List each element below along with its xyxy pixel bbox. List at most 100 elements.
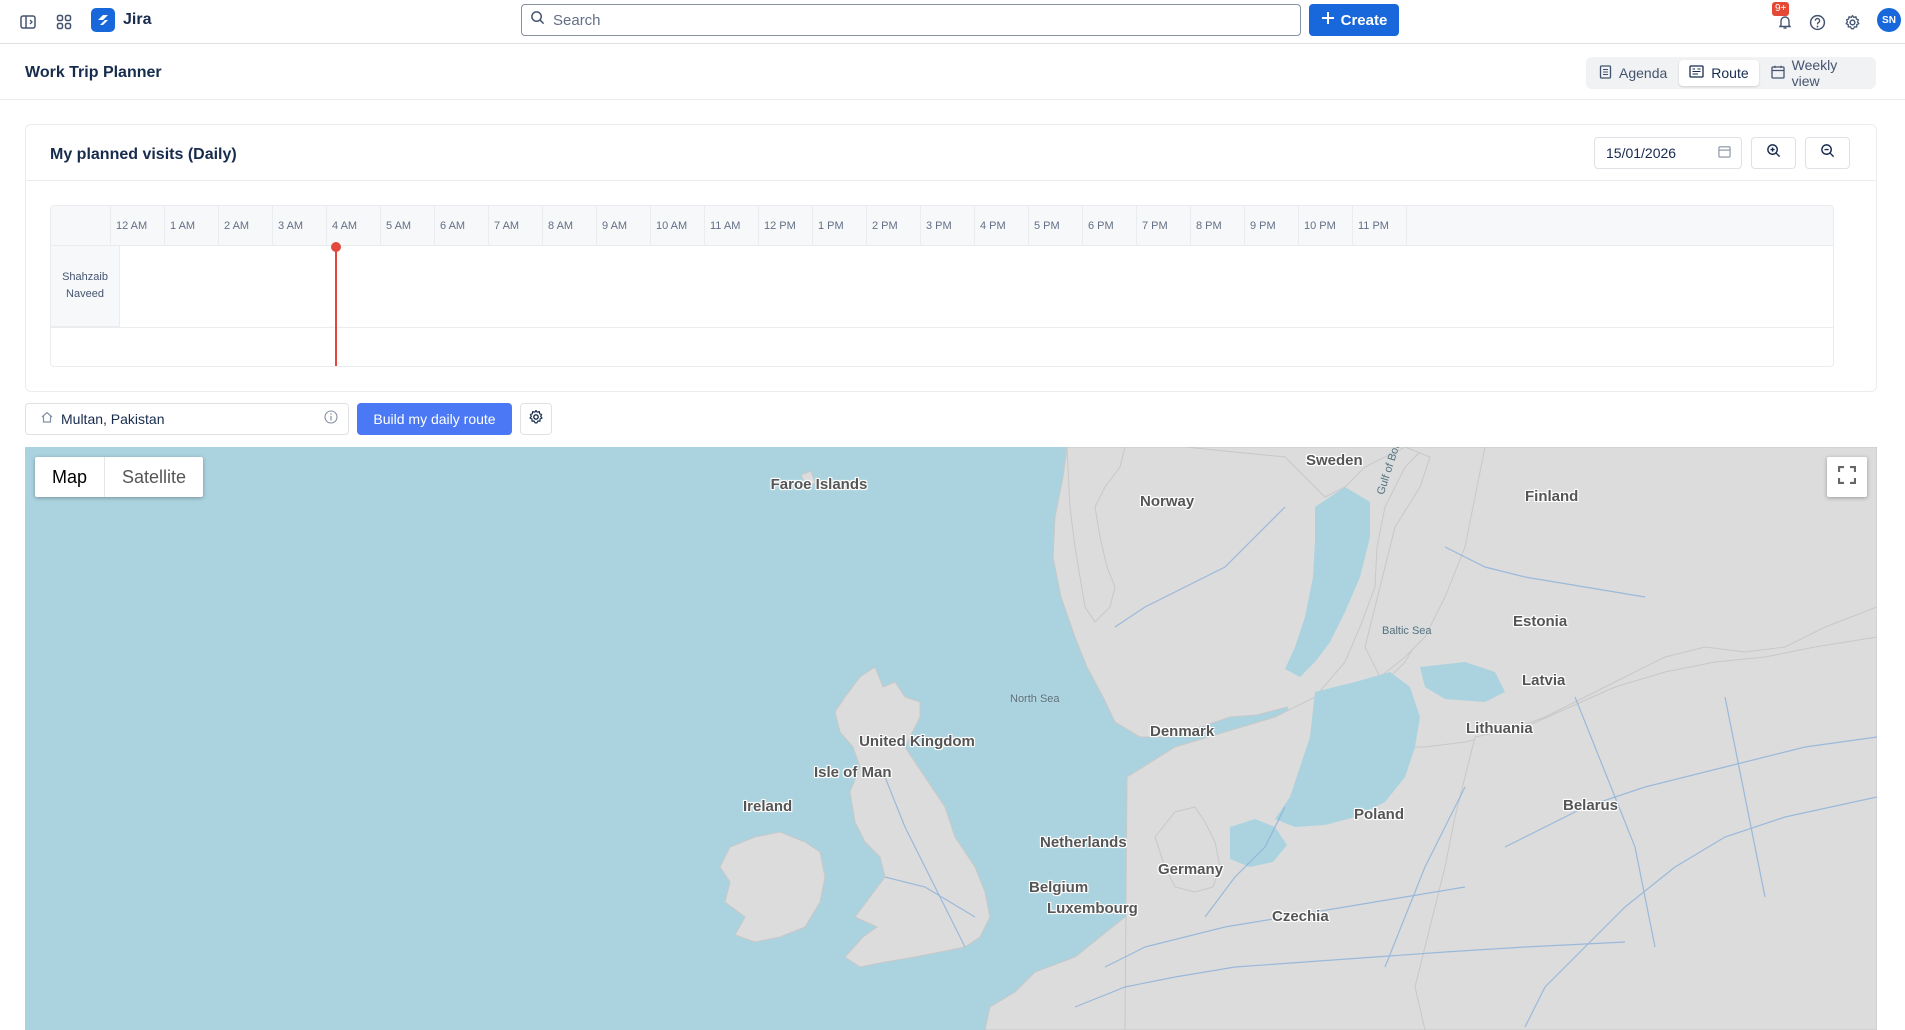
map-label-estonia: Estonia — [1513, 613, 1568, 630]
map-type-map[interactable]: Map — [35, 457, 106, 497]
timeline-hour-label: 2 PM — [866, 206, 920, 246]
home-location-value: Multan, Pakistan — [61, 411, 165, 427]
date-value: 15/01/2026 — [1606, 145, 1677, 161]
document-icon — [1599, 64, 1612, 82]
page-title: Work Trip Planner — [25, 64, 162, 81]
search-bar[interactable] — [521, 4, 1301, 36]
create-button[interactable]: Create — [1309, 4, 1399, 36]
settings-gear-icon[interactable] — [1838, 8, 1866, 36]
info-icon[interactable] — [324, 409, 338, 429]
tab-agenda[interactable]: Agenda — [1589, 60, 1677, 86]
planned-visits-title: My planned visits (Daily) — [50, 146, 237, 163]
app-name: Jira — [123, 11, 152, 28]
map-label-netherlands: Netherlands — [1040, 834, 1127, 851]
timeline-hour-label: 1 AM — [164, 206, 218, 246]
help-icon[interactable] — [1803, 8, 1831, 36]
home-icon — [40, 410, 54, 429]
notifications-badge: 9+ — [1772, 2, 1790, 16]
zoom-in-button[interactable] — [1751, 137, 1796, 169]
timeline-hour-label: 5 AM — [380, 206, 434, 246]
map-type-control: Map Satellite — [35, 457, 204, 497]
map-label-belarus: Belarus — [1563, 797, 1619, 814]
timeline-hour-label: 11 AM — [704, 206, 758, 246]
timeline-hour-label: 6 PM — [1082, 206, 1136, 246]
map-label-belgium: Belgium — [1029, 879, 1089, 896]
map-label-poland: Poland — [1354, 806, 1405, 823]
current-time-dot — [331, 242, 341, 252]
map-label-luxembourg: Luxembourg — [1047, 900, 1138, 917]
top-navigation-bar: Jira Create 9+ SN — [0, 0, 1905, 44]
map-label-germany: Germany — [1158, 861, 1224, 878]
tab-agenda-label: Agenda — [1619, 65, 1668, 81]
map-label-lithuania: Lithuania — [1466, 720, 1533, 737]
timeline-hour-label: 5 PM — [1028, 206, 1082, 246]
timeline-hour-label: 3 PM — [920, 206, 974, 246]
timeline-hour-label: 6 AM — [434, 206, 488, 246]
route-settings-button[interactable] — [520, 403, 552, 435]
home-location-field[interactable]: Multan, Pakistan — [25, 403, 349, 435]
timeline-hour-label: 3 AM — [272, 206, 326, 246]
create-button-label: Create — [1340, 11, 1388, 29]
calendar-icon — [1770, 65, 1785, 82]
row-divider — [51, 327, 1833, 328]
map-icon — [1689, 65, 1704, 81]
jira-logo[interactable]: Jira — [91, 8, 151, 32]
timeline-person-name: Shahzaib Naveed — [51, 246, 120, 327]
map-label-united-kingdom: United Kingdom — [859, 733, 975, 750]
map-label-finland: Finland — [1525, 488, 1579, 505]
user-avatar[interactable]: SN — [1877, 8, 1901, 32]
tab-weekly-view-label: Weekly view — [1791, 57, 1838, 89]
map-label-latvia: Latvia — [1522, 672, 1566, 689]
timeline-hour-label: 4 PM — [974, 206, 1028, 246]
zoom-out-button[interactable] — [1805, 137, 1850, 169]
route-map[interactable]: Map Satellite Sweden Faroe Islands Norwa… — [25, 447, 1877, 1030]
header-divider — [0, 99, 1905, 100]
timeline-hour-label: 12 AM — [110, 206, 164, 246]
timeline-hour-label: 7 AM — [488, 206, 542, 246]
current-time-indicator — [335, 246, 337, 366]
sidebar-toggle-icon[interactable] — [14, 8, 42, 36]
timeline-hour-label: 10 AM — [650, 206, 704, 246]
timeline-hour-label: 11 PM — [1352, 206, 1406, 246]
timeline-hours-header: 12 AM 1 AM 2 AM 3 AM 4 AM 5 AM 6 AM 7 AM 8 AM 9 A… — [51, 206, 1833, 246]
map-type-satellite[interactable]: Satellite — [105, 457, 203, 497]
timeline-hour-label: 8 AM — [542, 206, 596, 246]
tab-weekly-view[interactable]: Weekly view — [1761, 57, 1873, 89]
timeline-hour-label: 1 PM — [812, 206, 866, 246]
timeline-hour-label: 4 AM — [326, 206, 380, 246]
timeline-hour-end — [1406, 206, 1412, 246]
timeline-hour-label: 2 AM — [218, 206, 272, 246]
fullscreen-icon — [1837, 465, 1857, 489]
fullscreen-button[interactable] — [1827, 457, 1867, 497]
map-label-sweden: Sweden — [1306, 452, 1363, 469]
view-switcher: Agenda Route Weekly view — [1586, 57, 1876, 89]
search-icon — [530, 10, 545, 30]
map-label-north-sea: North Sea — [1010, 693, 1060, 705]
tab-route[interactable]: Route — [1679, 60, 1759, 86]
map-label-isle-of-man: Isle of Man — [814, 764, 892, 781]
map-label-ireland: Ireland — [743, 798, 793, 815]
zoom-out-icon — [1820, 143, 1835, 163]
tab-route-label: Route — [1711, 65, 1749, 81]
timeline-hour-label: 10 PM — [1298, 206, 1352, 246]
build-route-button[interactable]: Build my daily route — [357, 403, 512, 435]
date-picker[interactable]: 15/01/2026 — [1594, 137, 1742, 169]
map-label-norway: Norway — [1140, 493, 1195, 510]
zoom-in-icon — [1766, 143, 1781, 163]
timeline-hour-label: 12 PM — [758, 206, 812, 246]
map-label-denmark: Denmark — [1150, 723, 1215, 740]
map-label-baltic-sea: Baltic Sea — [1382, 625, 1432, 637]
calendar-icon — [1718, 145, 1731, 161]
card-divider — [26, 180, 1876, 181]
app-switcher-icon[interactable] — [50, 8, 78, 36]
gear-icon — [528, 409, 544, 430]
map-label-faroe-islands: Faroe Islands — [770, 476, 868, 493]
map-label-czechia: Czechia — [1272, 908, 1329, 925]
search-input[interactable] — [553, 11, 1253, 29]
timeline-hour-label: 7 PM — [1136, 206, 1190, 246]
plus-icon — [1321, 11, 1335, 29]
timeline-hour-label: 9 PM — [1244, 206, 1298, 246]
timeline-hour-label: 8 PM — [1190, 206, 1244, 246]
timeline-grid: 12 AM 1 AM 2 AM 3 AM 4 AM 5 AM 6 AM 7 AM 8 AM 9 A… — [50, 205, 1834, 367]
planned-visits-card: My planned visits (Daily) 15/01/2026 12 … — [25, 124, 1877, 392]
